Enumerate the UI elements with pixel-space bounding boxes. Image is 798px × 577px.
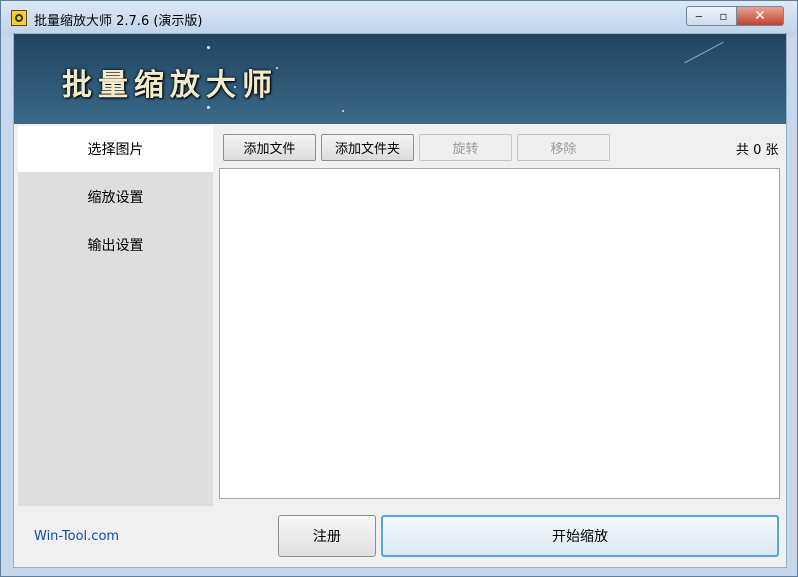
- start-scaling-button[interactable]: 开始缩放: [381, 515, 779, 557]
- star-decoration: [342, 110, 344, 112]
- sidebar: 选择图片 缩放设置 输出设置: [18, 126, 213, 506]
- banner: 批量缩放大师: [14, 34, 786, 124]
- star-decoration: [207, 46, 210, 49]
- minimize-icon: ‒: [695, 9, 703, 23]
- app-window: 批量缩放大师 2.7.6 (演示版) ‒ ▫ ✕ 批量缩放大师 选择图片 缩放设…: [0, 0, 798, 577]
- sidebar-item-select-images[interactable]: 选择图片: [18, 126, 213, 172]
- title-bar: 批量缩放大师 2.7.6 (演示版) ‒ ▫ ✕: [1, 1, 797, 35]
- maximize-icon: ▫: [719, 9, 728, 23]
- minimize-button[interactable]: ‒: [686, 6, 712, 26]
- sidebar-item-scale-settings[interactable]: 缩放设置: [18, 174, 213, 220]
- star-decoration: [207, 106, 210, 109]
- remove-button[interactable]: 移除: [517, 134, 610, 161]
- client-area: 批量缩放大师 选择图片 缩放设置 输出设置 添加文件 添加文件夹 旋转 移除 共…: [13, 33, 787, 568]
- sidebar-item-label: 选择图片: [87, 142, 144, 158]
- banner-title: 批量缩放大师: [62, 68, 278, 103]
- app-icon: [11, 10, 27, 26]
- maximize-button[interactable]: ▫: [711, 6, 737, 26]
- image-count: 共 0 张: [736, 143, 779, 158]
- image-list[interactable]: [219, 168, 780, 499]
- register-button[interactable]: 注册: [278, 515, 376, 557]
- window-title: 批量缩放大师 2.7.6 (演示版): [34, 14, 203, 29]
- website-link[interactable]: Win-Tool.com: [34, 529, 119, 544]
- sidebar-item-label: 缩放设置: [87, 190, 144, 206]
- sidebar-item-label: 输出设置: [87, 238, 144, 254]
- close-icon: ✕: [754, 8, 766, 24]
- add-file-button[interactable]: 添加文件: [223, 134, 316, 161]
- rotate-button[interactable]: 旋转: [419, 134, 512, 161]
- add-folder-button[interactable]: 添加文件夹: [321, 134, 414, 161]
- sidebar-item-output-settings[interactable]: 输出设置: [18, 222, 213, 268]
- shooting-star-decoration: [684, 41, 724, 64]
- close-button[interactable]: ✕: [737, 6, 784, 26]
